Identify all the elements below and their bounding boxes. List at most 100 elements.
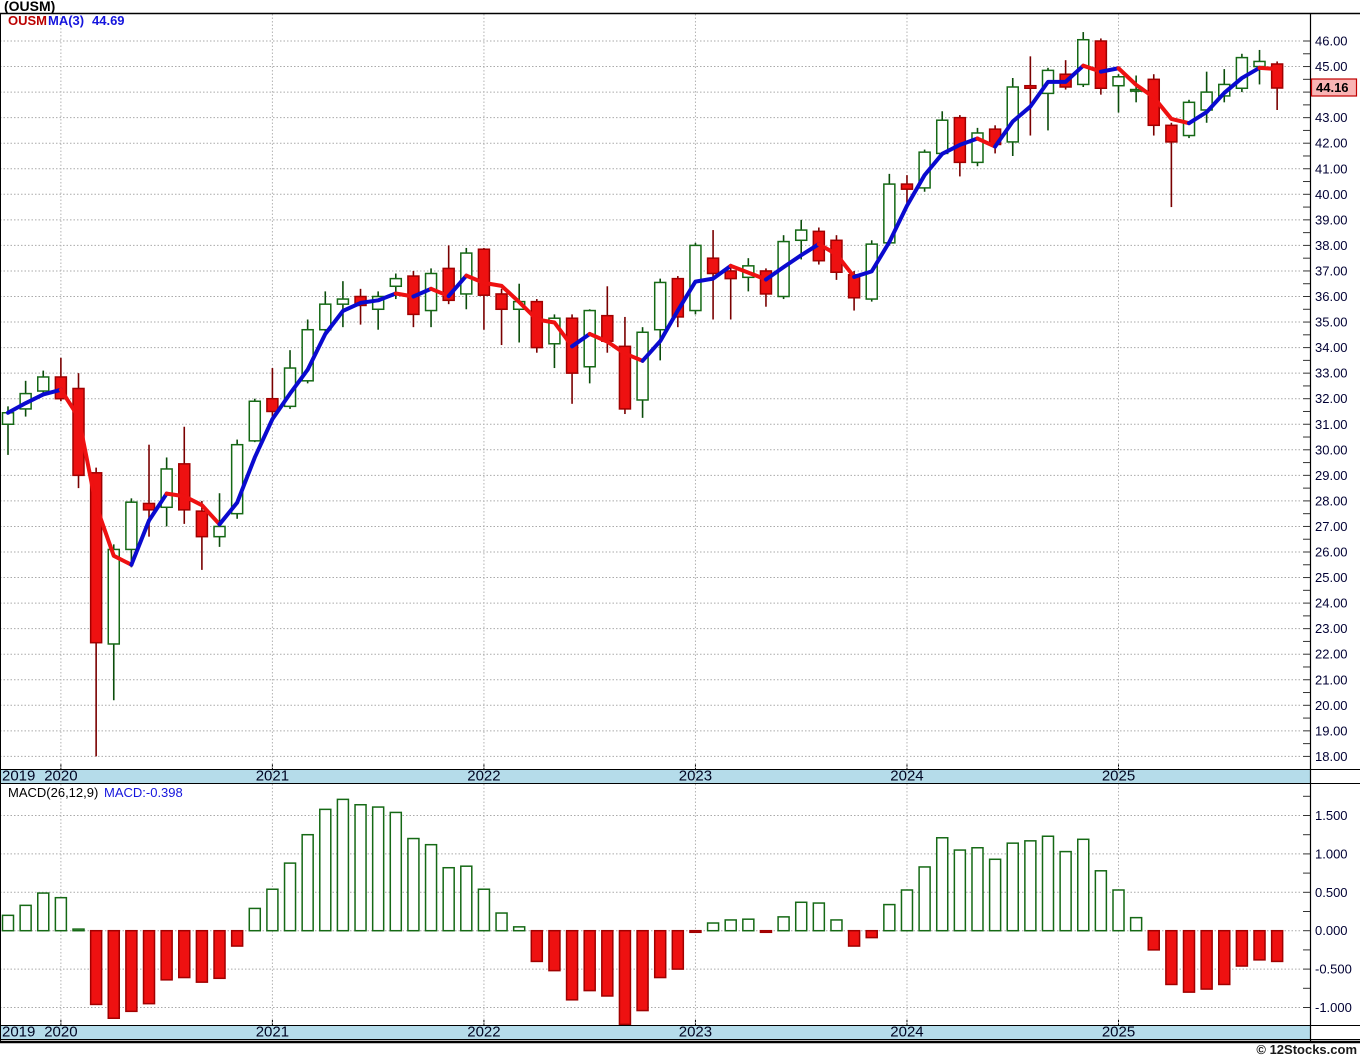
- macd-bar: [283, 862, 297, 932]
- macd-bar: [1200, 929, 1213, 990]
- price-tick-label: 28.00: [1315, 493, 1348, 508]
- price-tick-label: 35.00: [1315, 315, 1348, 330]
- macd-bar: [1235, 929, 1249, 967]
- macd-tick-label: 0.000: [1315, 923, 1348, 938]
- legend-ma-label: MA(3): [48, 13, 84, 28]
- macd-bar: [407, 837, 420, 932]
- candle-body: [495, 293, 508, 311]
- price-tick-label: 40.00: [1315, 187, 1348, 202]
- macd-bar: [1076, 838, 1090, 932]
- macd-bar: [601, 929, 614, 997]
- price-tick-label: 25.00: [1315, 570, 1348, 585]
- macd-bar: [883, 903, 896, 932]
- candle-body: [460, 252, 473, 295]
- year-label: 2023: [679, 1024, 712, 1041]
- macd-bar: [371, 806, 385, 932]
- macd-bar: [1147, 929, 1161, 951]
- year-label: 2022: [467, 1024, 500, 1041]
- price-tick-label: 23.00: [1315, 621, 1348, 636]
- macd-bar: [460, 865, 473, 932]
- year-label: 2021: [256, 1024, 289, 1041]
- macd-bar: [565, 929, 579, 1001]
- candle-body: [794, 229, 808, 242]
- candle-body: [195, 510, 209, 538]
- macd-bar: [742, 918, 755, 932]
- macd-bar: [37, 892, 50, 932]
- macd-bar: [195, 929, 209, 983]
- macd-bar: [1, 914, 15, 932]
- candle-body: [213, 525, 226, 538]
- macd-bar: [1024, 840, 1037, 932]
- candle-body: [107, 548, 121, 645]
- macd-bar: [442, 866, 455, 932]
- macd-bar: [777, 916, 790, 932]
- chart-page: 2019 2020 2021 2022 2023 2024 2025 2019 2020 2021…: [0, 0, 1360, 1056]
- macd-bar: [971, 847, 984, 932]
- candle-body: [935, 119, 949, 155]
- price-tick-label: 37.00: [1315, 263, 1348, 278]
- ma3-line: [6, 63, 1280, 567]
- macd-bar: [389, 811, 403, 932]
- macd-bar: [724, 919, 737, 932]
- legend-symbol: OUSM: [8, 13, 47, 28]
- year-label: 2024: [890, 1024, 923, 1041]
- candle-body: [636, 331, 649, 401]
- macd-bar: [107, 929, 121, 1020]
- macd-tick-label: 0.500: [1315, 885, 1348, 900]
- candlestick-series: [1, 32, 1284, 757]
- price-tick-label: 39.00: [1315, 212, 1348, 227]
- macd-bar: [512, 926, 526, 932]
- page-title: (OUSM): [4, 0, 55, 14]
- price-tick-label: 43.00: [1315, 110, 1348, 125]
- macd-bar: [266, 888, 279, 932]
- copyright: © 12Stocks.com: [1256, 1042, 1357, 1056]
- candle-body: [724, 270, 737, 280]
- macd-bar: [1041, 835, 1055, 932]
- candle-body: [125, 501, 138, 551]
- price-tick-label: 45.00: [1315, 59, 1348, 74]
- macd-bar: [918, 866, 931, 932]
- stock-chart: 2019 2020 2021 2022 2023 2024 20252019 2020 2021…: [0, 0, 1360, 1056]
- macd-bar: [689, 929, 702, 934]
- legend-ma-value: 44.69: [92, 13, 125, 28]
- macd-bar: [953, 849, 967, 932]
- ma-segment-down: [164, 491, 222, 527]
- macd-tick-label: -0.500: [1315, 962, 1352, 977]
- last-price-marker: 44.16: [1310, 78, 1358, 97]
- macd-bar: [248, 907, 262, 932]
- macd-bar: [72, 928, 85, 932]
- price-tick-label: 18.00: [1315, 749, 1348, 764]
- macd-bar: [706, 922, 720, 932]
- macd-bar: [1059, 850, 1072, 932]
- macd-bar: [530, 929, 544, 963]
- price-tick-label: 31.00: [1315, 417, 1348, 432]
- macd-bar: [1165, 929, 1178, 986]
- price-tick-label: 46.00: [1315, 34, 1348, 49]
- price-tick-label: 27.00: [1315, 519, 1348, 534]
- macd-bar: [178, 929, 191, 979]
- candle-body: [900, 183, 914, 190]
- macd-bar: [477, 888, 491, 932]
- macd-bar: [1006, 842, 1019, 932]
- candle-body: [248, 400, 262, 442]
- macd-bar: [759, 929, 773, 934]
- macd-bar: [653, 929, 667, 979]
- price-tick-label: 33.00: [1315, 366, 1348, 381]
- macd-tick-label: 1.500: [1315, 808, 1348, 823]
- candle-body: [601, 314, 614, 342]
- candle-body: [477, 248, 491, 296]
- candle-body: [1076, 38, 1090, 86]
- macd-bar: [142, 929, 156, 1005]
- candle-body: [266, 397, 279, 413]
- price-tick-label: 41.00: [1315, 161, 1348, 176]
- macd-bar: [548, 929, 561, 972]
- year-label: 2019: [2, 768, 35, 785]
- year-label: 2025: [1102, 1024, 1135, 1041]
- price-tick-label: 19.00: [1315, 723, 1348, 738]
- macd-params-label: MACD(26,12,9): [8, 785, 98, 800]
- macd-bar: [230, 929, 244, 947]
- macd-bar: [812, 902, 826, 932]
- macd-current-value: MACD:-0.398: [104, 785, 183, 800]
- macd-bar: [354, 803, 367, 932]
- candle-body: [1006, 86, 1019, 143]
